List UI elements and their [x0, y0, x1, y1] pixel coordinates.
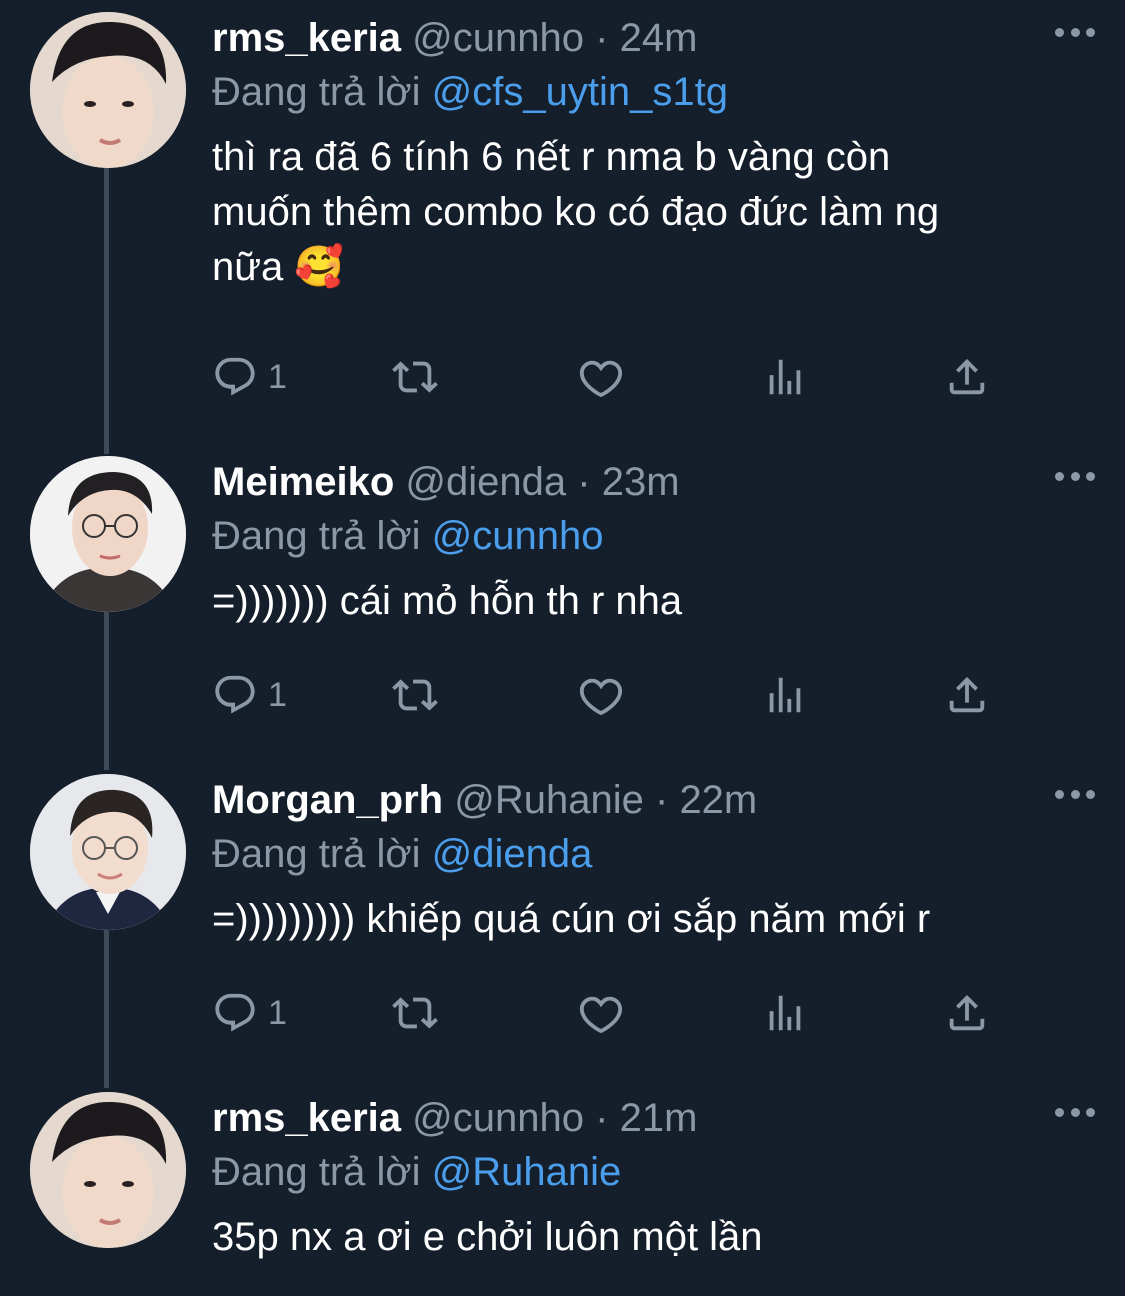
analytics-icon [769, 995, 801, 1031]
avatar[interactable] [30, 456, 186, 612]
handle[interactable]: @cunnho [412, 16, 584, 60]
separator-dot: · [595, 16, 609, 60]
tweet-text-line: =))))))) cái mỏ hỗn th r nha [212, 579, 683, 623]
separator-dot: · [654, 778, 669, 822]
retweet-button[interactable] [392, 988, 438, 1038]
reply-count: 1 [268, 675, 287, 714]
heart-icon [579, 360, 623, 398]
timestamp[interactable]: 23m [602, 460, 680, 504]
timestamp[interactable]: 22m [679, 778, 757, 822]
reply-icon [215, 993, 255, 1032]
analytics-button[interactable] [762, 352, 808, 402]
retweet-icon [392, 361, 438, 393]
share-icon [949, 358, 985, 395]
replying-to-label: Đang trả lời [212, 70, 421, 114]
replying-to-label: Đang trả lời [212, 514, 421, 558]
heart-icon [579, 996, 623, 1034]
display-name[interactable]: rms_keria [212, 16, 401, 60]
tweet[interactable]: rms_keria @cunnho · 21m Đang trả lời @Ru… [0, 1092, 1125, 1292]
reply-icon [215, 675, 255, 714]
like-button[interactable] [578, 988, 624, 1038]
tweet-text: =))))))))) khiếp quá cún ơi sắp năm mới … [212, 892, 1092, 947]
display-name[interactable]: rms_keria [212, 1096, 401, 1140]
like-button[interactable] [578, 352, 624, 402]
separator-dot: · [595, 1096, 609, 1140]
reply-button[interactable]: 1 [212, 988, 287, 1038]
retweet-button[interactable] [392, 352, 438, 402]
reply-count: 1 [268, 993, 287, 1032]
reply-icon [215, 357, 255, 396]
heart-icon [579, 678, 623, 716]
handle[interactable]: @cunnho [412, 1096, 584, 1140]
reply-mention-link[interactable]: @dienda [432, 832, 593, 876]
display-name[interactable]: Meimeiko [212, 460, 394, 504]
tweet-text-line: =))))))))) khiếp quá cún ơi sắp năm mới … [212, 897, 931, 941]
reply-mention-link[interactable]: @Ruhanie [432, 1150, 622, 1194]
like-button[interactable] [578, 670, 624, 720]
tweet-text-line: nữa 🥰 [212, 245, 345, 289]
share-icon [949, 676, 985, 713]
tweet-text-line: thì ra đã 6 tính 6 nết r nma b vàng còn [212, 135, 891, 179]
tweet-text: 35p nx a ơi e chởi luôn một lần [212, 1210, 1092, 1265]
tweet-text-line: 35p nx a ơi e chởi luôn một lần [212, 1215, 763, 1259]
analytics-button[interactable] [762, 670, 808, 720]
tweet-text: thì ra đã 6 tính 6 nết r nma b vàng còn … [212, 130, 1092, 295]
analytics-icon [769, 677, 801, 713]
share-button[interactable] [944, 670, 990, 720]
analytics-icon [769, 359, 801, 395]
tweet-text-line: muốn thêm combo ko có đạo đức làm ng [212, 190, 940, 234]
share-button[interactable] [944, 988, 990, 1038]
timestamp[interactable]: 21m [620, 1096, 698, 1140]
display-name[interactable]: Morgan_prh [212, 778, 443, 822]
avatar[interactable] [30, 1092, 186, 1248]
handle[interactable]: @Ruhanie [454, 778, 644, 822]
more-icon[interactable] [1055, 1102, 1095, 1122]
share-button[interactable] [944, 352, 990, 402]
replying-to-label: Đang trả lời [212, 832, 421, 876]
more-icon[interactable] [1055, 466, 1095, 486]
reply-mention-link[interactable]: @cfs_uytin_s1tg [432, 70, 728, 114]
retweet-icon [392, 679, 438, 711]
reply-mention-link[interactable]: @cunnho [432, 514, 604, 558]
avatar[interactable] [30, 774, 186, 930]
replying-to-label: Đang trả lời [212, 1150, 421, 1194]
retweet-button[interactable] [392, 670, 438, 720]
reply-count: 1 [268, 357, 287, 396]
tweet-text: =))))))) cái mỏ hỗn th r nha [212, 574, 1092, 629]
more-icon[interactable] [1055, 784, 1095, 804]
timestamp[interactable]: 24m [620, 16, 698, 60]
share-icon [949, 994, 985, 1031]
more-icon[interactable] [1055, 22, 1095, 42]
retweet-icon [392, 997, 438, 1029]
separator-dot: · [577, 460, 591, 504]
reply-button[interactable]: 1 [212, 670, 287, 720]
reply-button[interactable]: 1 [212, 352, 287, 402]
avatar[interactable] [30, 12, 186, 168]
handle[interactable]: @dienda [405, 460, 566, 504]
analytics-button[interactable] [762, 988, 808, 1038]
